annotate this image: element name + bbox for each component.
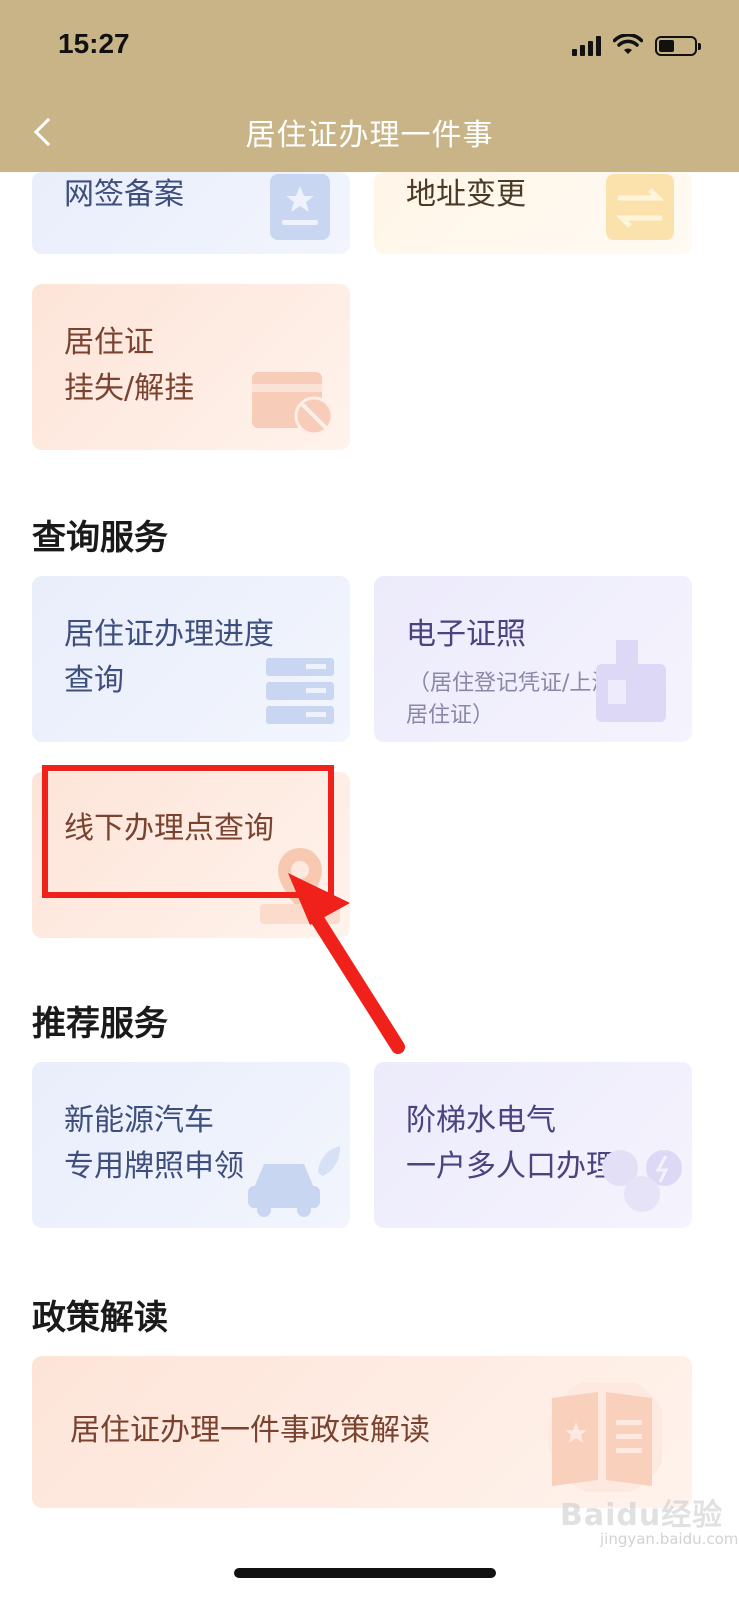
status-icons: [572, 34, 701, 56]
watermark-text: Baidu经验: [560, 1498, 724, 1533]
card-label-line1: 阶梯水电气: [406, 1103, 556, 1138]
card-label-line1: 电子证照: [406, 617, 526, 652]
cellular-signal-icon: [572, 36, 601, 56]
e-license-icon: [596, 640, 666, 722]
red-arrow-annotation: [288, 873, 405, 1054]
card-residence-report-loss[interactable]: 居住证 挂失/解挂: [32, 284, 350, 450]
section-title-policy: 政策解读: [32, 1298, 168, 1338]
card-policy-interpretation[interactable]: 居住证办理一件事政策解读: [32, 1356, 692, 1508]
section-title-query: 查询服务: [32, 518, 168, 558]
card-label-line1: 居住证: [64, 325, 154, 360]
home-indicator[interactable]: [234, 1568, 496, 1578]
progress-list-icon: [266, 658, 334, 724]
wifi-icon: [613, 34, 643, 54]
status-bar: 15:27: [0, 0, 739, 90]
card-sub-line2: 居住证）: [406, 703, 495, 728]
card-tiered-utilities[interactable]: 阶梯水电气 一户多人口办理: [374, 1062, 692, 1228]
watermark-subtext: jingyan.baidu.com: [600, 1530, 739, 1548]
nav-bar: 居住证办理一件事: [0, 90, 739, 172]
address-swap-icon: [606, 174, 674, 240]
page-title: 居住证办理一件事: [245, 118, 494, 153]
status-time: 15:27: [58, 28, 130, 59]
card-new-energy-plate[interactable]: 新能源汽车 专用牌照申领: [32, 1062, 350, 1228]
star-certificate-icon: [270, 174, 330, 240]
utilities-icon: [602, 1150, 682, 1212]
card-label-line2: 查询: [64, 663, 124, 698]
card-label: 网签备案: [64, 177, 184, 212]
battery-icon: [655, 36, 701, 56]
card-label: 地址变更: [406, 177, 526, 212]
card-address-change[interactable]: 地址变更: [374, 172, 692, 254]
ev-car-icon: [248, 1146, 341, 1217]
card-label-line2: 专用牌照申领: [64, 1149, 244, 1184]
card-label-line2: 挂失/解挂: [64, 371, 195, 406]
card-label-line1: 居住证办理进度: [64, 617, 274, 652]
section-title-recommend: 推荐服务: [32, 1004, 168, 1044]
policy-book-icon: [548, 1382, 662, 1492]
card-label: 居住证办理一件事政策解读: [70, 1413, 430, 1448]
card-residence-progress-query[interactable]: 居住证办理进度 查询: [32, 576, 350, 742]
card-block-icon: [252, 372, 334, 436]
card-e-license[interactable]: 电子证照 （居住登记凭证/上海市 居住证）: [374, 576, 692, 742]
card-label-line1: 新能源汽车: [64, 1103, 214, 1138]
card-label-line2: 一户多人口办理: [406, 1149, 616, 1184]
card-online-filing[interactable]: 网签备案: [32, 172, 350, 254]
